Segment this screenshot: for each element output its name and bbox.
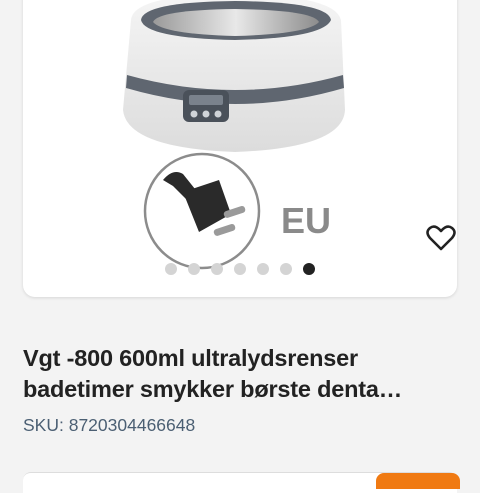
product-image-card[interactable]: EU bbox=[23, 0, 457, 297]
eu-plug-icon bbox=[143, 152, 261, 270]
image-carousel-indicator bbox=[0, 263, 480, 277]
carousel-dot[interactable] bbox=[279, 263, 292, 275]
product-image: EU bbox=[123, 0, 345, 270]
product-title-line-2: badetimer smykker børste denta… bbox=[23, 376, 403, 402]
cleaner-device bbox=[123, 0, 345, 152]
carousel-dot[interactable] bbox=[164, 263, 177, 275]
product-title-line-1: Vgt -800 600ml ultralydsrenser bbox=[23, 345, 358, 371]
product-title: Vgt -800 600ml ultralydsrenser badetimer… bbox=[23, 343, 463, 405]
favorite-button[interactable] bbox=[421, 220, 457, 256]
buy-button[interactable] bbox=[376, 473, 460, 489]
carousel-dot[interactable] bbox=[256, 263, 269, 275]
plug-region-label: EU bbox=[281, 200, 331, 241]
carousel-dot[interactable] bbox=[233, 263, 246, 275]
heart-icon bbox=[426, 225, 456, 251]
carousel-dot[interactable] bbox=[210, 263, 223, 275]
carousel-dot[interactable] bbox=[302, 263, 315, 275]
product-sku: SKU: 8720304466648 bbox=[23, 415, 196, 435]
carousel-dot[interactable] bbox=[187, 263, 200, 275]
